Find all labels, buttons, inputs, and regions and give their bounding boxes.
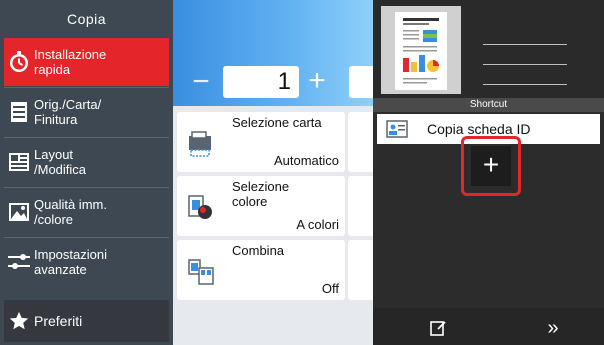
sidebar-item-layout-edit[interactable]: Layout /Modifica xyxy=(4,138,169,186)
copies-input[interactable]: 1 xyxy=(223,66,299,98)
sidebar-item-label: Qualità imm. /colore xyxy=(34,197,107,227)
preview-area xyxy=(373,0,604,98)
color-select-icon xyxy=(187,194,215,222)
image-quality-icon xyxy=(4,188,34,236)
sidebar-item-label: Orig./Carta/ Finitura xyxy=(34,97,102,127)
sidebar-title: Copia xyxy=(66,11,107,27)
paper-selection-key[interactable]: Selezione carta Automatico xyxy=(177,112,345,172)
copies-header: − 1 + xyxy=(173,0,379,106)
copy-screen: Copia Installazione rapida Orig./Carta/ … xyxy=(0,0,604,345)
add-shortcut-button[interactable]: + xyxy=(471,146,511,186)
preview-page xyxy=(395,12,447,90)
combine-key[interactable]: Combina Off xyxy=(177,240,345,300)
shortcut-panel: Shortcut Copia scheda ID + » xyxy=(373,0,604,345)
favorites-label: Preferiti xyxy=(34,313,83,329)
sliders-icon xyxy=(4,238,34,286)
panel-bottom-bar: » xyxy=(373,308,604,345)
shortcut-label: Copia scheda ID xyxy=(427,121,531,137)
sidebar-item-label: Layout /Modifica xyxy=(34,147,87,177)
increase-copies-button[interactable]: + xyxy=(303,66,331,98)
edit-icon[interactable] xyxy=(428,318,448,338)
paper-selection-title: Selezione carta xyxy=(232,115,322,130)
expand-panel-button[interactable]: » xyxy=(541,316,565,340)
sidebar-item-image-quality-color[interactable]: Qualità imm. /colore xyxy=(4,188,169,236)
star-icon xyxy=(4,310,34,332)
preview-info-line xyxy=(483,64,567,65)
preview-info-line xyxy=(483,84,567,85)
color-selection-key[interactable]: Selezione colore A colori xyxy=(177,176,345,236)
sidebar: Copia Installazione rapida Orig./Carta/ … xyxy=(0,0,173,345)
combine-pages-icon xyxy=(187,258,215,286)
shortcut-header: Shortcut xyxy=(373,98,604,112)
sidebar-item-label: Installazione rapida xyxy=(34,47,107,77)
sidebar-item-original-paper-finishing[interactable]: Orig./Carta/ Finitura xyxy=(4,88,169,136)
sidebar-item-label: Impostazioni avanzate xyxy=(34,247,107,277)
combine-value: Off xyxy=(321,281,339,296)
add-shortcut-highlight: + xyxy=(461,136,521,196)
preview-info-line xyxy=(483,44,567,45)
layout-grid-icon xyxy=(4,138,34,186)
combine-title: Combina xyxy=(232,243,285,258)
paper-tray-icon xyxy=(187,130,215,158)
sidebar-item-quick-setup[interactable]: Installazione rapida xyxy=(4,38,169,86)
document-lines-icon xyxy=(4,88,34,136)
document-preview[interactable] xyxy=(381,6,461,94)
paper-selection-value: Automatico xyxy=(273,153,339,168)
color-selection-value: A colori xyxy=(296,217,339,232)
main-area: − 1 + Selezione carta Automatico Selezio… xyxy=(173,0,379,345)
decrease-copies-button[interactable]: − xyxy=(188,67,214,97)
favorites-button[interactable]: Preferiti xyxy=(4,300,169,342)
id-card-icon xyxy=(385,114,409,144)
sidebar-item-advanced-settings[interactable]: Impostazioni avanzate xyxy=(4,238,169,286)
timer-icon xyxy=(4,38,34,86)
color-selection-title: Selezione colore xyxy=(232,179,290,209)
